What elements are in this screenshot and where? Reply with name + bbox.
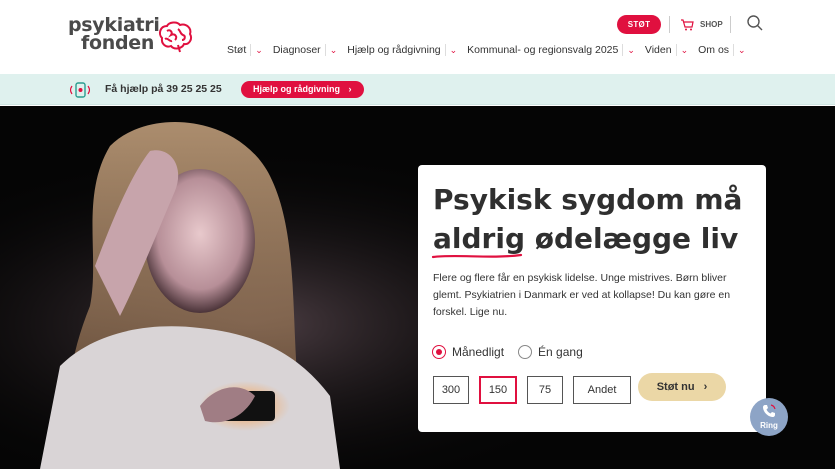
site-header: psykiatri fonden STØT SHOP Støt ⌄ Diagno… <box>0 0 835 74</box>
amount-75[interactable]: 75 <box>527 376 563 404</box>
logo[interactable]: psykiatri fonden <box>68 16 198 60</box>
nav-item-valg[interactable]: Kommunal- og regionsvalg 2025 ⌄ <box>467 44 635 56</box>
amount-other[interactable]: Andet <box>573 376 631 404</box>
radio-label: Én gang <box>538 345 583 359</box>
nav-label: Viden <box>644 44 672 56</box>
nav-item-stoet[interactable]: Støt ⌄ <box>227 44 263 56</box>
donate-button[interactable]: Støt nu › <box>638 373 726 401</box>
phone-icon <box>70 82 90 98</box>
chevron-right-icon: › <box>703 381 708 393</box>
divider <box>669 16 670 33</box>
radio-monthly[interactable]: Månedligt <box>432 345 504 359</box>
logo-line2: fonden <box>81 32 155 54</box>
frequency-options: Månedligt Én gang <box>432 345 583 359</box>
underline-decoration <box>431 253 523 259</box>
amount-150[interactable]: 150 <box>479 376 517 404</box>
chevron-down-icon[interactable]: ⌄ <box>622 44 635 56</box>
hero-body: Flere og flere får en psykisk lidelse. U… <box>433 272 731 318</box>
donate-label: Støt nu <box>656 381 695 393</box>
hero-section: Psykisk sygdom må aldrig ødelægge liv Fl… <box>0 106 835 469</box>
radio-button[interactable] <box>518 345 533 359</box>
hero-title-line1: Psykisk sygdom må <box>433 183 743 216</box>
radio-button[interactable] <box>432 345 446 359</box>
nav-label: Hjælp og rådgivning <box>347 44 441 56</box>
shop-label: SHOP <box>700 20 723 29</box>
nav-item-om-os[interactable]: Om os ⌄ <box>698 44 746 56</box>
call-button[interactable]: Ring <box>750 398 788 436</box>
chevron-down-icon[interactable]: ⌄ <box>444 44 457 56</box>
shop-link[interactable]: SHOP <box>680 16 723 33</box>
chevron-down-icon[interactable]: ⌄ <box>733 44 746 56</box>
hero-title: Psykisk sygdom må aldrig ødelægge liv <box>431 180 753 259</box>
hero-card: Psykisk sygdom må aldrig ødelægge liv Fl… <box>418 165 766 432</box>
nav-label: Om os <box>698 44 730 56</box>
nav-label: Diagnoser <box>272 44 321 56</box>
help-bar: Få hjælp på 39 25 25 25 Hjælp og rådgivn… <box>0 74 835 105</box>
nav-item-diagnoser[interactable]: Diagnoser ⌄ <box>273 44 337 56</box>
radio-label: Månedligt <box>452 345 505 359</box>
brain-icon <box>158 21 193 53</box>
chevron-down-icon[interactable]: ⌄ <box>250 44 263 56</box>
nav-label: Kommunal- og regionsvalg 2025 <box>467 44 619 56</box>
search-icon[interactable] <box>746 14 764 32</box>
support-button[interactable]: STØT <box>617 15 661 34</box>
nav-item-hjaelp[interactable]: Hjælp og rådgivning ⌄ <box>347 44 457 56</box>
phone-icon <box>763 404 776 417</box>
cart-icon <box>681 18 694 30</box>
main-nav: Støt ⌄ Diagnoser ⌄ Hjælp og rådgivning ⌄… <box>227 44 756 56</box>
chevron-right-icon: › <box>348 84 352 94</box>
divider <box>730 16 731 33</box>
help-advice-label: Hjælp og rådgivning <box>253 84 340 94</box>
chevron-down-icon[interactable]: ⌄ <box>675 44 688 56</box>
hero-title-rest: ødelægge liv <box>524 222 739 255</box>
nav-item-viden[interactable]: Viden ⌄ <box>645 44 688 56</box>
amount-300[interactable]: 300 <box>433 376 469 404</box>
call-label: Ring <box>760 421 778 430</box>
radio-once[interactable]: Én gang <box>518 345 583 359</box>
chevron-down-icon[interactable]: ⌄ <box>324 44 337 56</box>
help-phone-text: Få hjælp på 39 25 25 25 <box>105 83 222 95</box>
help-advice-button[interactable]: Hjælp og rådgivning › <box>241 81 364 98</box>
nav-label: Støt <box>227 44 247 56</box>
hero-title-underlined: aldrig <box>433 222 525 255</box>
